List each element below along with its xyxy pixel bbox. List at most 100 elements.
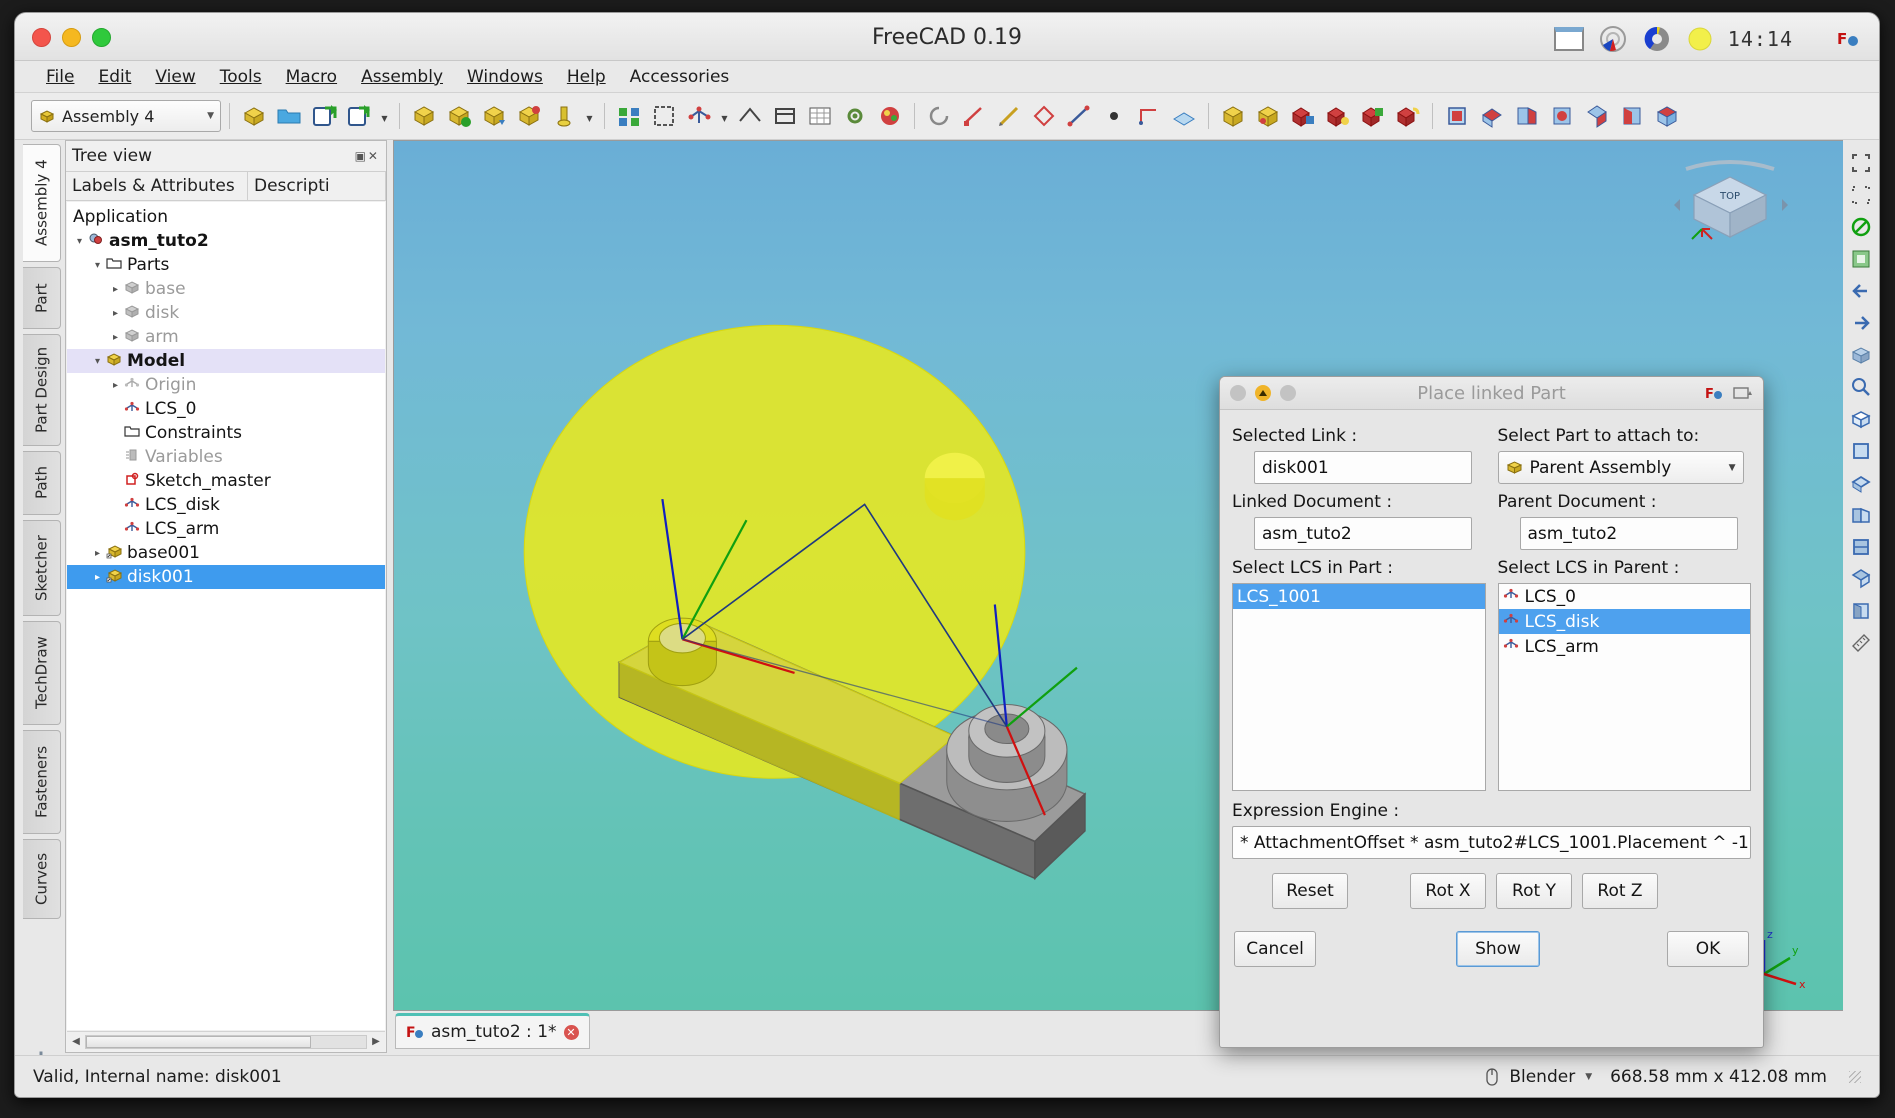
refresh-button[interactable] (923, 100, 955, 132)
tree-item-base001[interactable]: ▸ base001 (67, 541, 385, 565)
show-button[interactable]: Show (1456, 931, 1540, 967)
scroll-left-icon[interactable]: ◀ (67, 1036, 85, 1047)
twisty-icon[interactable]: ▸ (109, 284, 122, 295)
dialog-menu-icon[interactable] (1733, 386, 1753, 400)
workbench-tab-sketcher[interactable]: Sketcher (23, 520, 61, 616)
tree-item-asm-tuto2[interactable]: ▾ asm_tuto2 (67, 229, 385, 253)
tree-column-labels[interactable]: Labels & Attributes (66, 172, 248, 200)
point-button[interactable] (1028, 100, 1060, 132)
parent-part-selector[interactable]: Parent Assembly ▼ (1497, 451, 1744, 484)
tree-column-description[interactable]: Descripti (248, 172, 386, 200)
axonometric-view-icon[interactable] (1846, 340, 1876, 370)
lcs-in-parent-listbox[interactable]: LCS_0 LCS_disk LCS_arm (1497, 583, 1751, 791)
workbench-selector[interactable]: Assembly 4 ▼ (31, 100, 221, 132)
window-list-icon[interactable] (1553, 27, 1584, 51)
menu-tools[interactable]: Tools (209, 64, 273, 90)
tree-horizontal-scrollbar[interactable]: ◀ ▶ (67, 1031, 385, 1051)
panel-dock-buttons[interactable]: ▣✕ (355, 149, 380, 163)
view-rear-button[interactable] (1546, 100, 1578, 132)
disk-usage-icon[interactable] (1642, 24, 1672, 54)
bottom-view-icon[interactable] (1846, 564, 1876, 594)
tree-item-disk001[interactable]: ▸ disk001 (67, 565, 385, 589)
resize-grip[interactable] (1849, 1070, 1861, 1083)
boolean-common-button[interactable] (1357, 100, 1389, 132)
datum-dropdown-arrow[interactable]: ▼ (718, 100, 731, 132)
tree-item-origin[interactable]: ▸ Origin (67, 373, 385, 397)
tree-item-lcs-0[interactable]: LCS_0 (67, 397, 385, 421)
isometric-view-icon[interactable] (1846, 404, 1876, 434)
select-box-icon[interactable] (1846, 148, 1876, 178)
navigation-style-value[interactable]: Blender (1509, 1067, 1575, 1087)
scrollbar-thumb[interactable] (86, 1035, 311, 1048)
tree-item-lcs-arm[interactable]: LCS_arm (67, 517, 385, 541)
cancel-button[interactable]: Cancel (1234, 931, 1316, 967)
boolean-union-button[interactable] (1287, 100, 1319, 132)
new-assembly-button[interactable] (408, 100, 440, 132)
sketch-button[interactable] (958, 100, 990, 132)
tree-item-parts[interactable]: ▾ Parts (67, 253, 385, 277)
edit-sketch-button[interactable] (993, 100, 1025, 132)
reset-button[interactable]: Reset (1272, 873, 1348, 909)
fillet-button[interactable] (1392, 100, 1424, 132)
twisty-icon[interactable]: ▸ (91, 548, 104, 559)
lcs-in-parent-item-lcs-arm[interactable]: LCS_arm (1499, 634, 1751, 659)
lcs-in-part-item-lcs1001[interactable]: LCS_1001 (1233, 584, 1485, 609)
view-front-button[interactable] (1441, 100, 1473, 132)
ok-button[interactable]: OK (1667, 931, 1749, 967)
lcs-in-parent-item-lcs-disk[interactable]: LCS_disk (1498, 609, 1750, 634)
menu-view[interactable]: View (144, 64, 206, 90)
tree-item-arm[interactable]: ▸ arm (67, 325, 385, 349)
workbench-tab-part[interactable]: Part (23, 267, 61, 329)
insert-link-button[interactable] (478, 100, 510, 132)
datum-button[interactable] (683, 100, 715, 132)
spreadsheet-button[interactable] (804, 100, 836, 132)
twisty-icon[interactable]: ▸ (109, 380, 122, 391)
front-view-icon[interactable] (1846, 436, 1876, 466)
box-primitive-button[interactable] (1217, 100, 1249, 132)
tree-item-lcs-disk[interactable]: LCS_disk (67, 493, 385, 517)
boolean-cut-button[interactable] (1322, 100, 1354, 132)
tree-item-constraints[interactable]: Constraints (67, 421, 385, 445)
menu-file[interactable]: File (35, 64, 85, 90)
addon-manager-button[interactable] (874, 100, 906, 132)
save-dropdown-arrow[interactable]: ▼ (378, 100, 391, 132)
rot-y-button[interactable]: Rot Y (1496, 873, 1572, 909)
measure-distance-icon[interactable] (1846, 628, 1876, 658)
vertex-button[interactable] (1098, 100, 1130, 132)
menu-accessories[interactable]: Accessories (619, 64, 741, 90)
scroll-right-icon[interactable]: ▶ (367, 1036, 385, 1047)
rear-view-icon[interactable] (1846, 532, 1876, 562)
tree-item-disk[interactable]: ▸ disk (67, 301, 385, 325)
freecad-tray-icon[interactable]: F (1837, 28, 1859, 50)
twisty-icon[interactable]: ▾ (91, 356, 104, 367)
rot-z-button[interactable]: Rot Z (1582, 873, 1658, 909)
preferences-button[interactable] (839, 100, 871, 132)
twisty-icon[interactable]: ▸ (109, 308, 122, 319)
menu-windows[interactable]: Windows (456, 64, 554, 90)
new-lcs-button[interactable] (513, 100, 545, 132)
tree-item-model[interactable]: ▾ Model (67, 349, 385, 373)
twisty-icon[interactable]: ▾ (73, 236, 86, 247)
menu-help[interactable]: Help (556, 64, 617, 90)
hide-object-icon[interactable] (1846, 212, 1876, 242)
parent-document-input[interactable]: asm_tuto2 (1519, 517, 1738, 550)
menu-macro[interactable]: Macro (275, 64, 348, 90)
tree-item-variables[interactable]: Variables (67, 445, 385, 469)
twisty-icon[interactable]: ▾ (91, 260, 104, 271)
view-isometric-button[interactable] (1651, 100, 1683, 132)
view-left-button[interactable] (1616, 100, 1648, 132)
measure-button[interactable] (734, 100, 766, 132)
toggle-visibility-icon[interactable] (1846, 244, 1876, 274)
left-view-icon[interactable] (1846, 596, 1876, 626)
open-document-button[interactable] (273, 100, 305, 132)
rot-x-button[interactable]: Rot X (1410, 873, 1486, 909)
twisty-icon[interactable]: ▸ (109, 332, 122, 343)
tree-item-sketch-master[interactable]: Sketch_master (67, 469, 385, 493)
cylinder-primitive-button[interactable] (1252, 100, 1284, 132)
workbench-tab-part-design[interactable]: Part Design (23, 334, 61, 446)
forward-arrow-icon[interactable] (1846, 308, 1876, 338)
save-all-button[interactable] (343, 100, 375, 132)
menu-edit[interactable]: Edit (87, 64, 142, 90)
lcs-in-parent-item-lcs0[interactable]: LCS_0 (1499, 584, 1751, 609)
close-tab-icon[interactable]: ✕ (563, 1024, 579, 1040)
